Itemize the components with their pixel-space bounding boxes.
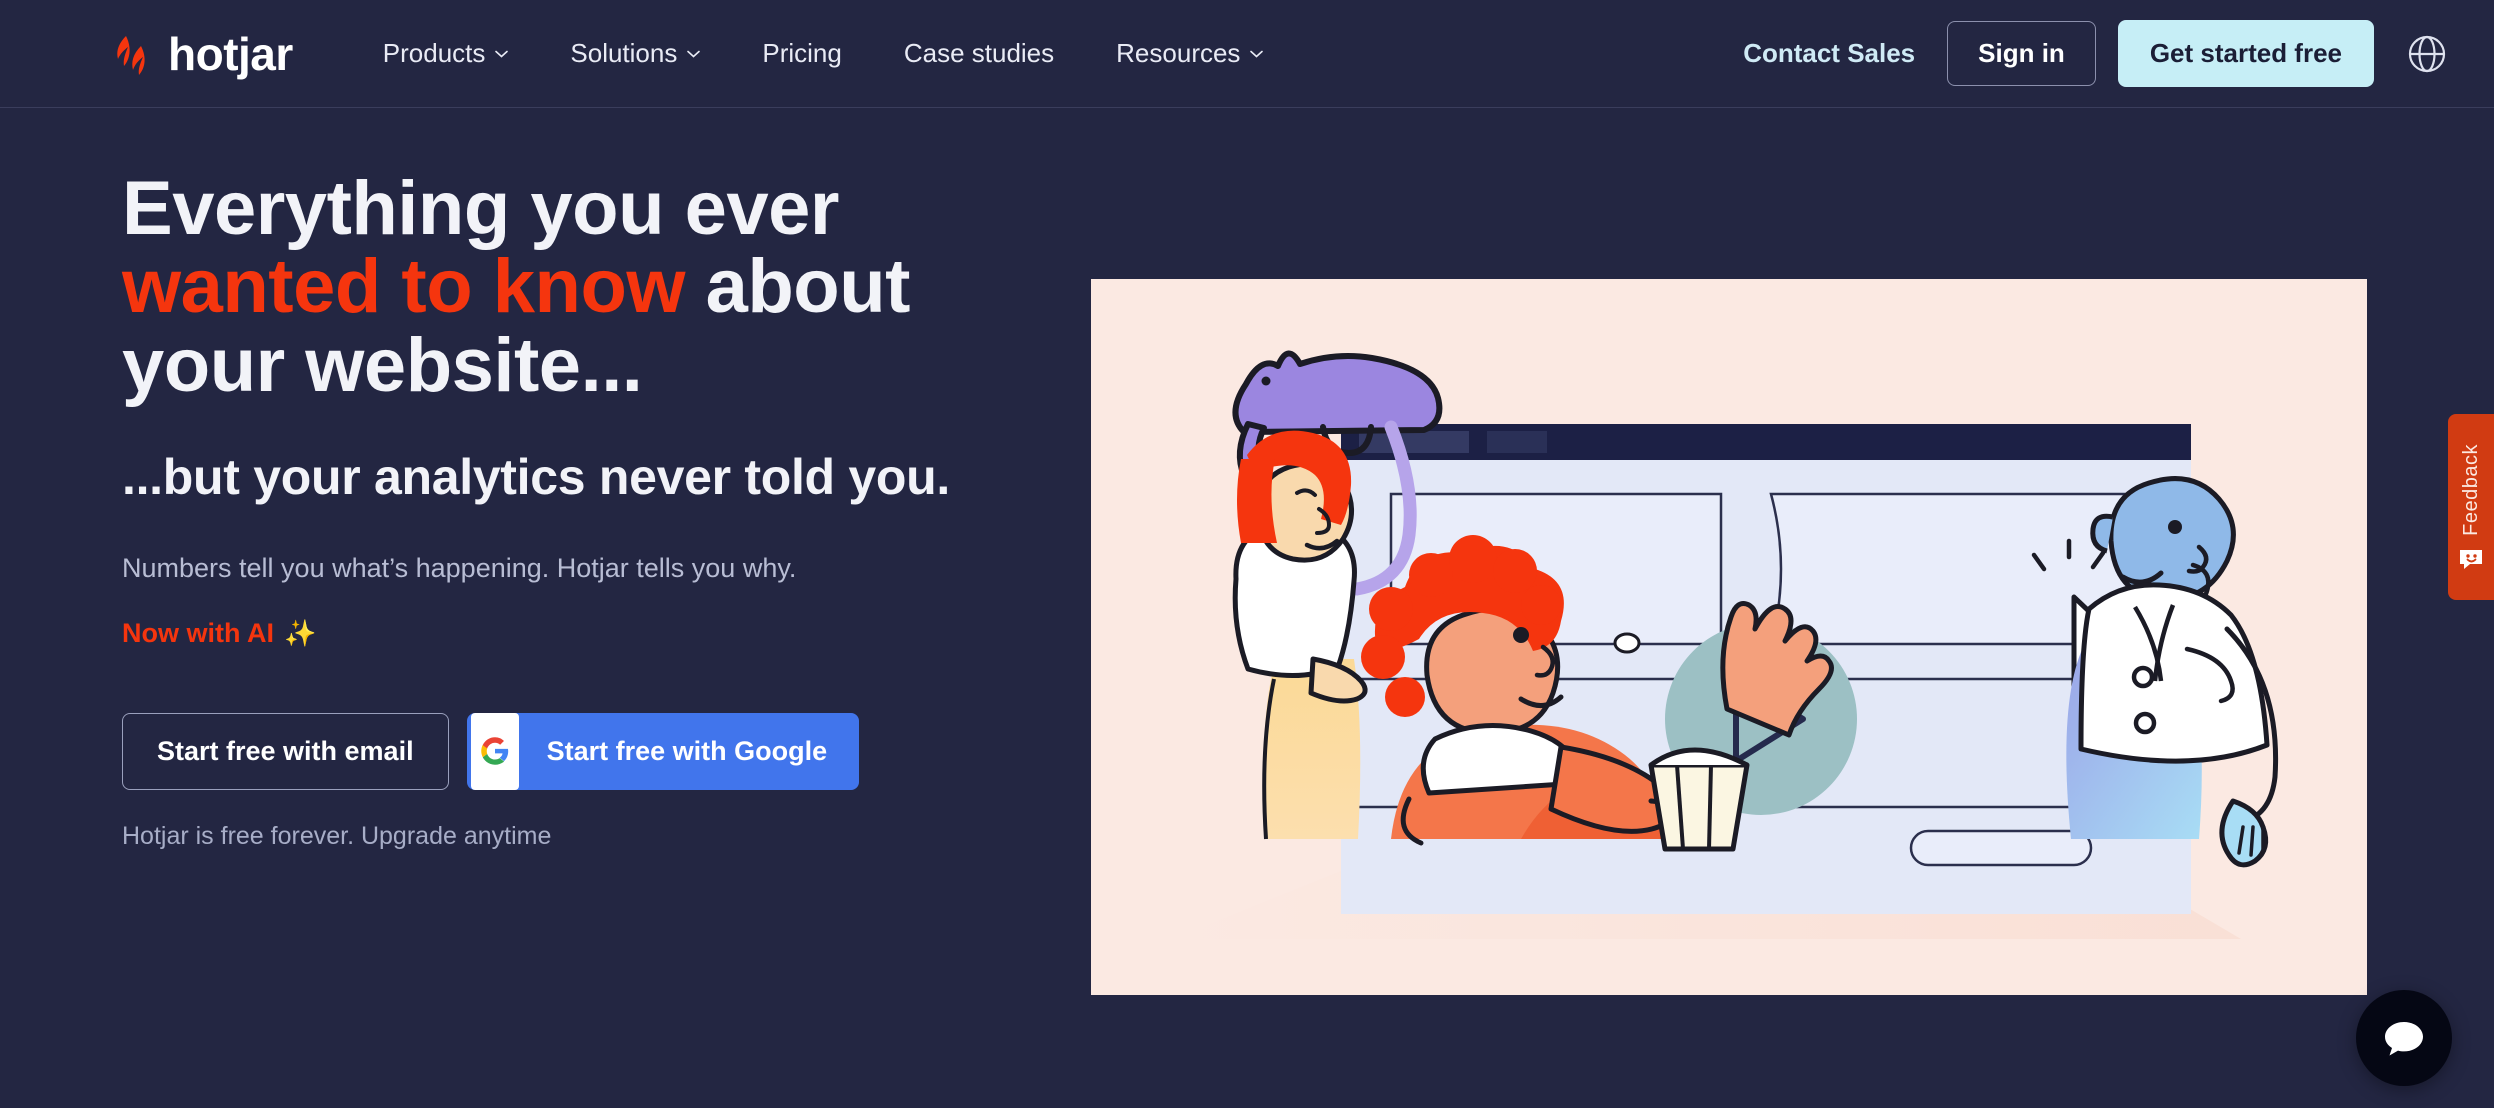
- nav-item-resources[interactable]: Resources: [1116, 28, 1264, 79]
- contact-sales-link[interactable]: Contact Sales: [1743, 38, 1915, 69]
- chevron-down-icon: [1250, 50, 1264, 58]
- logo-text: hotjar: [168, 27, 293, 80]
- headline-accent: wanted to know: [122, 244, 686, 330]
- nav-label: Solutions: [570, 38, 678, 68]
- start-free-with-google-button[interactable]: Start free with Google: [466, 712, 860, 790]
- hotjar-landing-page: hotjar Products Solutions Pricing Case s…: [0, 0, 2494, 1108]
- hotjar-flame-logo-icon: [117, 35, 145, 75]
- chat-widget-button[interactable]: [2356, 990, 2452, 1086]
- nav-label: Case studies: [903, 38, 1055, 68]
- page-title: Everything you ever wanted to know about…: [122, 169, 1022, 405]
- nav-item-pricing[interactable]: Pricing: [762, 28, 841, 79]
- chevron-down-icon: [687, 50, 701, 58]
- sign-in-button[interactable]: Sign in: [1947, 21, 2096, 86]
- site-header: hotjar Products Solutions Pricing Case s…: [0, 0, 2494, 108]
- hero-content: Everything you ever wanted to know about…: [122, 169, 1022, 851]
- headline-part-1: Everything you ever: [122, 166, 840, 251]
- free-forever-note: Hotjar is free forever. Upgrade anytime: [122, 821, 552, 850]
- chat-bubble-icon: [2385, 1022, 2423, 1056]
- nav-item-solutions[interactable]: Solutions: [570, 28, 701, 79]
- main-nav: Products Solutions Pricing Case studies …: [383, 28, 1326, 79]
- get-started-free-button[interactable]: Get started free: [2117, 20, 2374, 87]
- nav-item-case-studies[interactable]: Case studies: [904, 28, 1054, 79]
- header-actions: Contact Sales Sign in Get started free: [1743, 20, 2450, 87]
- hero-cta-row: Start free with email Start free with Go…: [122, 712, 1022, 790]
- ai-badge-label: Now with AI: [122, 617, 274, 648]
- feedback-smiley-icon: [2460, 549, 2482, 569]
- ai-badge: Now with AI ✨: [122, 618, 1022, 649]
- nav-label: Products: [382, 38, 486, 68]
- hero-tagline: Numbers tell you what’s happening. Hotja…: [122, 552, 797, 583]
- google-g-icon: [470, 712, 519, 790]
- feedback-tab[interactable]: Feedback: [2448, 414, 2494, 600]
- hero-subheadline: ...but your analytics never told you.: [122, 448, 950, 505]
- nav-item-products[interactable]: Products: [383, 28, 509, 79]
- nav-label: Pricing: [762, 38, 842, 68]
- globe-icon[interactable]: [2404, 31, 2450, 77]
- sparkles-icon: ✨: [283, 617, 317, 648]
- logo[interactable]: hotjar: [112, 31, 293, 77]
- hero-illustration: [1091, 279, 2367, 995]
- hero-illustration-svg: [1091, 279, 2367, 995]
- chevron-down-icon: [495, 50, 509, 58]
- feedback-label: Feedback: [2459, 444, 2482, 536]
- start-free-with-email-button[interactable]: Start free with email: [122, 712, 449, 790]
- google-button-label: Start free with Google: [546, 735, 828, 766]
- nav-label: Resources: [1116, 38, 1241, 68]
